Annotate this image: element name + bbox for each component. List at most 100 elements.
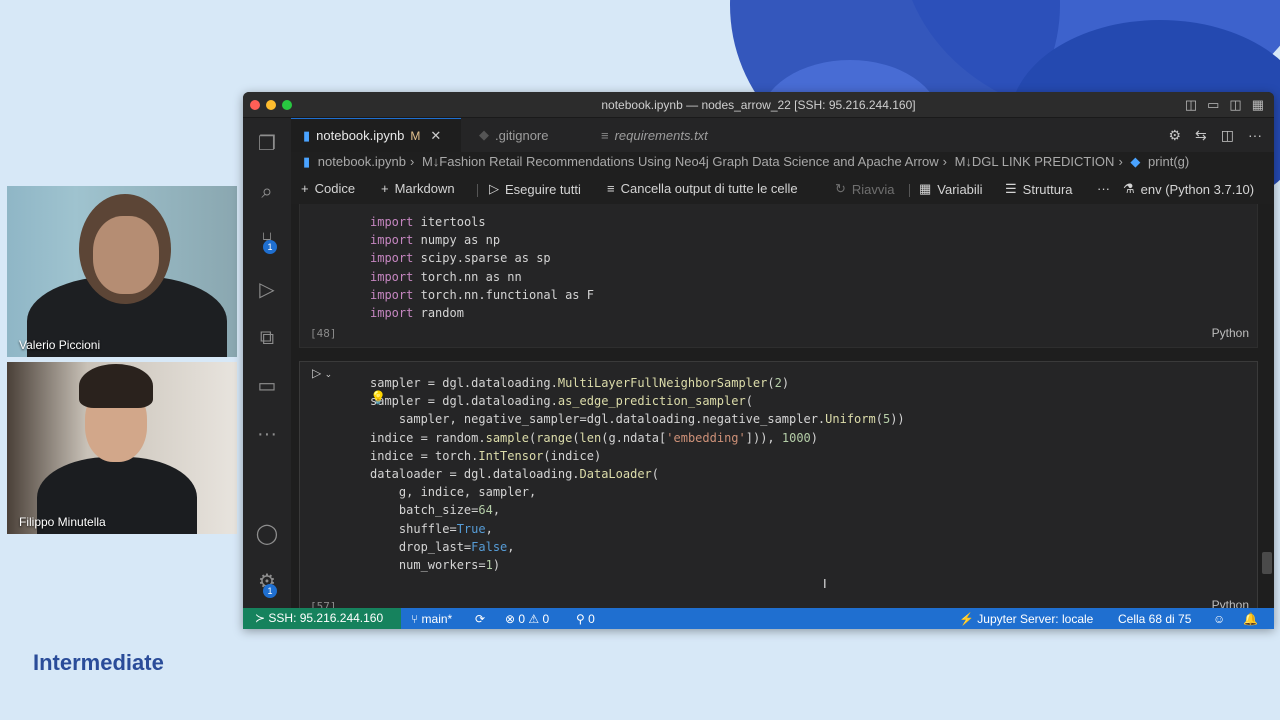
antenna-icon: ⚲: [576, 612, 589, 626]
layout-controls: ◫ ▭ ◫ ▦: [1185, 97, 1264, 113]
more-icon[interactable]: ···: [255, 422, 279, 446]
settings-icon[interactable]: ⚙: [1168, 127, 1181, 144]
play-icon: ▷: [489, 181, 499, 196]
add-code-cell-button[interactable]: + Codice: [301, 181, 355, 196]
kernel-icon: ⚗: [1123, 181, 1135, 196]
settings-badge: 1: [263, 584, 277, 598]
button-label: Cancella output di tutte le celle: [620, 181, 798, 196]
more-actions-icon[interactable]: ···: [1248, 127, 1262, 144]
code-line: import torch.nn as nn: [370, 269, 522, 284]
code-line: import itertools: [370, 215, 486, 229]
plus-icon: +: [381, 181, 389, 196]
editor-tabs: ▮ notebook.ipynb M ✕ ◆ .gitignore ≡ requ…: [291, 118, 1274, 152]
error-count: 0: [518, 612, 526, 626]
run-debug-icon[interactable]: ▷: [255, 278, 279, 302]
notebook-editor[interactable]: import itertools import numpy as np impo…: [291, 204, 1274, 608]
extensions-icon[interactable]: ⧉: [255, 326, 279, 350]
code-cell[interactable]: ▷ ⌄ sampler = dgl.dataloading.MultiLayer…: [299, 361, 1258, 608]
activity-bar: ❐ ⌕ ⑂ 1 ▷ ⧉ ▭ ··· ◯ ⚙ 1: [243, 118, 291, 608]
add-markdown-cell-button[interactable]: + Markdown: [381, 181, 455, 196]
cell-language[interactable]: Python: [1212, 326, 1249, 340]
sync-icon[interactable]: ⟳: [475, 612, 485, 626]
list-icon: ☰: [1005, 181, 1017, 196]
plus-icon: +: [301, 181, 309, 196]
tab-label: requirements.txt: [614, 127, 708, 143]
text-cursor-icon: I: [823, 576, 827, 591]
outline-button[interactable]: ☰ Struttura: [1005, 181, 1073, 197]
lightbulb-icon[interactable]: 💡: [370, 390, 386, 406]
vscode-window: notebook.ipynb — nodes_arrow_22 [SSH: 95…: [243, 92, 1274, 629]
search-icon[interactable]: ⌕: [255, 180, 279, 204]
status-bar: ≻ SSH: 95.216.244.160 ⑂ main* ⟳ ⊗ 0 ⚠ 0 …: [243, 608, 1274, 629]
participant-name: Filippo Minutella: [19, 515, 106, 529]
cell-code[interactable]: import itertools import numpy as np impo…: [370, 213, 594, 322]
tab-gitignore[interactable]: ◆ .gitignore: [467, 118, 560, 152]
problems-indicator[interactable]: ⊗ 0 ⚠ 0: [505, 612, 549, 626]
explorer-icon[interactable]: ❐: [255, 132, 279, 156]
title-bar: notebook.ipynb — nodes_arrow_22 [SSH: 95…: [243, 92, 1274, 118]
gitignore-file-icon: ◆: [479, 127, 489, 142]
chevron-right-icon: ›: [942, 154, 947, 169]
code-line: import numpy as np: [370, 233, 501, 248]
remote-indicator[interactable]: ≻ SSH: 95.216.244.160: [243, 608, 401, 629]
chevron-right-icon: ›: [409, 154, 415, 169]
breadcrumb-item[interactable]: M↓DGL LINK PREDICTION: [955, 154, 1115, 169]
clear-outputs-button[interactable]: ≡ Cancella output di tutte le celle: [607, 181, 798, 196]
kernel-picker[interactable]: ⚗ env (Python 3.7.10): [1123, 181, 1254, 197]
notebook-toolbar: + Codice + Markdown ▷ Eseguire tutti ≡ Cance…: [291, 178, 1274, 202]
code-line: dataloader = dgl.dataloading.DataLoader(: [370, 467, 659, 482]
restart-kernel-button[interactable]: ↻ Riavvia: [835, 181, 895, 197]
run-cell-icon[interactable]: ▷ ⌄: [312, 366, 332, 380]
code-line: num_workers=1): [370, 558, 501, 573]
scrollbar-thumb[interactable]: [1262, 552, 1272, 574]
text-file-icon: ≡: [601, 127, 609, 143]
video-tile-participant-1: Valerio Piccioni: [7, 186, 237, 357]
jupyter-server-indicator[interactable]: ⚡ Jupyter Server: locale: [959, 612, 1093, 626]
customize-layout-icon[interactable]: ▦: [1252, 97, 1264, 113]
close-tab-icon[interactable]: ✕: [430, 128, 441, 144]
notifications-bell-icon[interactable]: 🔔: [1243, 612, 1258, 626]
account-icon[interactable]: ◯: [255, 522, 279, 546]
level-label: Intermediate: [33, 650, 164, 675]
split-editor-icon[interactable]: ◫: [1221, 127, 1234, 144]
more-toolbar-button[interactable]: ···: [1097, 181, 1110, 196]
run-all-button[interactable]: ▷ Eseguire tutti: [489, 181, 581, 197]
cell-code[interactable]: sampler = dgl.dataloading.MultiLayerFull…: [370, 374, 905, 574]
remote-explorer-icon[interactable]: ▭: [255, 374, 279, 398]
remote-icon: ≻: [255, 611, 269, 625]
button-label: Variabili: [937, 181, 983, 197]
breadcrumb-item[interactable]: print(g): [1148, 154, 1189, 169]
code-line: drop_last=False,: [370, 539, 515, 554]
feedback-icon[interactable]: ☺: [1213, 612, 1225, 626]
button-label: Codice: [314, 181, 356, 196]
chevron-down-icon[interactable]: ⌄: [325, 369, 333, 379]
toggle-sidebar-icon[interactable]: ◫: [1185, 97, 1197, 113]
branch-icon: ⑂: [411, 612, 422, 626]
breadcrumb-item[interactable]: M↓Fashion Retail Recommendations Using N…: [422, 154, 939, 169]
variables-button[interactable]: ▦ Variabili: [919, 181, 983, 197]
button-label: Struttura: [1022, 181, 1073, 197]
compare-changes-icon[interactable]: ⇆: [1195, 127, 1207, 144]
cell-position[interactable]: Cella 68 di 75: [1118, 612, 1191, 626]
remote-label: SSH: 95.216.244.160: [268, 611, 384, 625]
branch-indicator[interactable]: ⑂ main*: [411, 612, 452, 626]
breadcrumb-item[interactable]: notebook.ipynb: [318, 154, 406, 169]
chevron-right-icon: ›: [1118, 154, 1123, 169]
code-line: g, indice, sampler,: [370, 485, 537, 500]
tab-label: notebook.ipynb: [316, 128, 405, 143]
code-line: indice = random.sample(range(len(g.ndata…: [370, 430, 819, 445]
tab-notebook[interactable]: ▮ notebook.ipynb M ✕: [291, 118, 461, 152]
code-line: shuffle=True,: [370, 521, 493, 536]
tab-requirements[interactable]: ≡ requirements.txt: [589, 118, 720, 152]
cell-language[interactable]: Python: [1212, 598, 1249, 608]
plug-icon: ⚡: [959, 612, 978, 626]
code-cell[interactable]: import itertools import numpy as np impo…: [299, 204, 1258, 348]
toggle-secondary-sidebar-icon[interactable]: ◫: [1229, 97, 1241, 113]
tab-modified-indicator: M: [410, 128, 421, 143]
code-line: sampler = dgl.dataloading.MultiLayerFull…: [370, 376, 790, 390]
source-control-badge: 1: [263, 240, 277, 254]
toggle-panel-icon[interactable]: ▭: [1207, 97, 1219, 113]
ports-indicator[interactable]: ⚲ 0: [576, 612, 595, 626]
breadcrumb: ▮ notebook.ipynb › M↓Fashion Retail Recom…: [303, 154, 1274, 176]
ports-count: 0: [588, 612, 595, 626]
